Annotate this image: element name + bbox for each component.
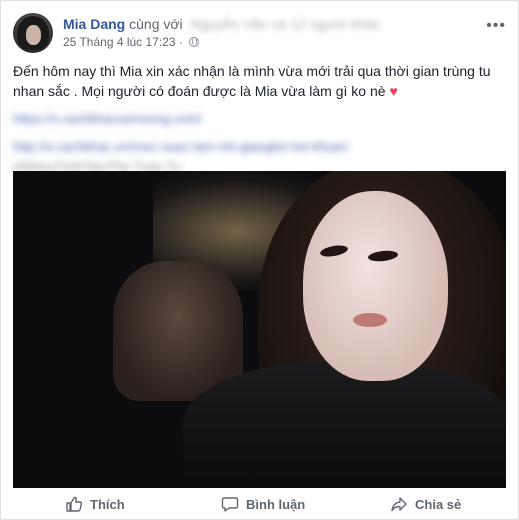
avatar-face xyxy=(26,25,41,45)
post-meta: 25 Tháng 4 lúc 17:23 · xyxy=(63,35,200,49)
comment-icon xyxy=(221,497,239,512)
post-photo[interactable] xyxy=(13,171,506,488)
photo-lips xyxy=(353,313,387,327)
post-timestamp[interactable]: 25 Tháng 4 lúc 17:23 · xyxy=(63,35,183,49)
post-header: Mia Dang cùng với Nguyễn Văn và 12 người… xyxy=(13,13,506,53)
author-line: Mia Dang cùng với Nguyễn Văn và 12 người… xyxy=(63,16,380,32)
post-text-line-2: nhan sắc . Mọi người có đoán được là Mia… xyxy=(13,83,386,99)
share-button[interactable]: Chia sẻ xyxy=(390,495,461,513)
action-bar: Thích Bình luận Chia sẻ xyxy=(13,491,506,519)
avatar[interactable] xyxy=(13,13,53,53)
comment-label: Bình luận xyxy=(246,496,306,512)
comment-button[interactable]: Bình luận xyxy=(221,495,305,513)
author-name[interactable]: Mia Dang xyxy=(63,16,125,32)
globe-icon[interactable] xyxy=(189,37,200,47)
photo-shirt xyxy=(183,361,506,488)
tagged-people-blurred[interactable]: Nguyễn Văn và 12 người khác xyxy=(191,16,381,32)
blurred-link-1[interactable]: https://s.cachkhacxemxong.com/ xyxy=(13,109,503,129)
more-options-icon[interactable]: ••• xyxy=(486,17,506,35)
post-card: Mia Dang cùng với Nguyễn Văn và 12 người… xyxy=(0,0,519,520)
post-text-line-1: Đến hôm nay thì Mia xin xác nhận là mình… xyxy=(13,63,491,79)
post-body: Đến hôm nay thì Mia xin xác nhận là mình… xyxy=(13,61,503,177)
share-label: Chia sẻ xyxy=(415,496,462,512)
like-label: Thích xyxy=(90,496,125,512)
post-text-line-2-wrap: nhan sắc . Mọi người có đoán được là Mia… xyxy=(13,81,503,101)
with-label: cùng với xyxy=(129,16,183,32)
blurred-link-2[interactable]: http://a.cachkhac.vn/moc-nuac-lam-nhi-gi… xyxy=(13,137,503,157)
thumbs-up-icon xyxy=(66,496,83,512)
like-button[interactable]: Thích xyxy=(65,495,125,513)
photo-face xyxy=(303,191,448,381)
share-arrow-icon xyxy=(391,497,407,512)
heart-icon: ♥ xyxy=(389,83,398,99)
